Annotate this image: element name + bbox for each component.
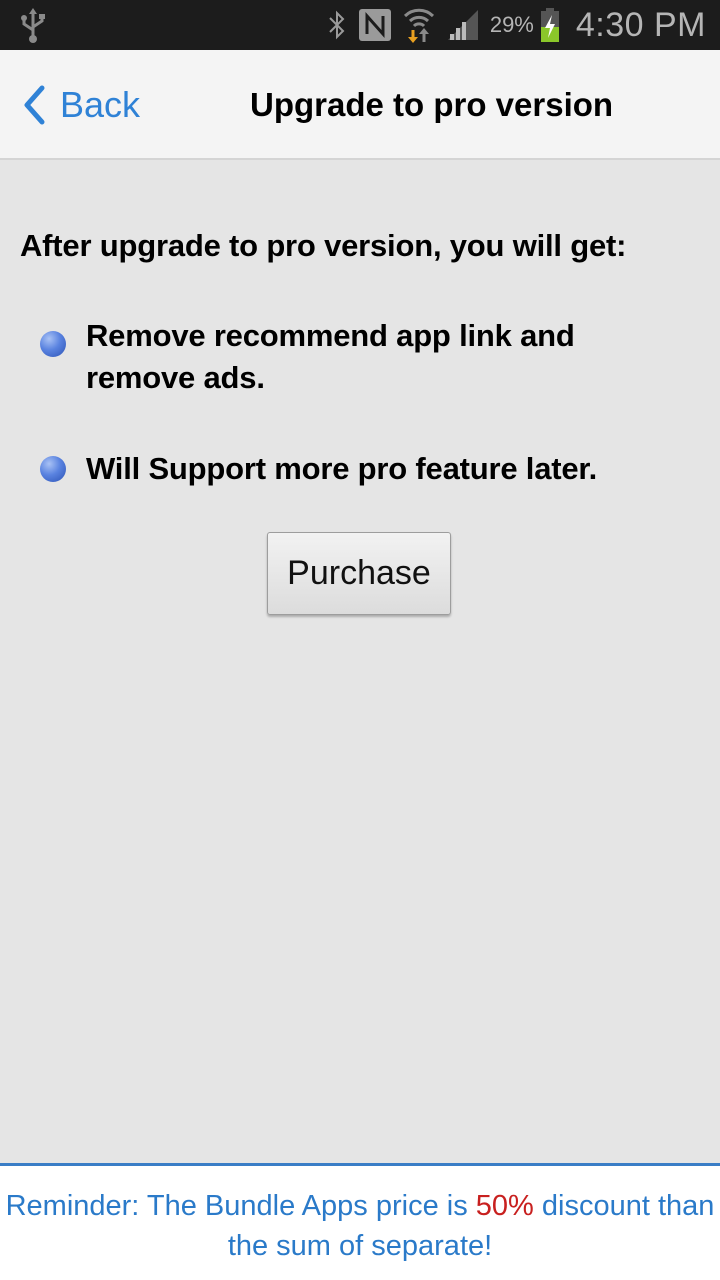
reminder-banner: Reminder: The Bundle Apps price is 50% d… [0,1163,720,1280]
wifi-icon [403,8,434,43]
feature-text: Remove recommend app link and remove ads… [86,318,575,395]
feature-item: Will Support more pro feature later. [40,448,676,490]
clock: 4:30 PM [575,5,706,44]
signal-icon [447,10,478,40]
page-title: Upgrade to pro version [250,86,614,123]
usb-icon [21,8,45,43]
header: Back Upgrade to pro version [0,50,720,160]
bluetooth-icon [329,10,345,40]
status-bar: 29% 4:30 PM [0,0,720,50]
bullet-icon [40,456,66,482]
chevron-left-icon [24,85,45,125]
battery-charging-icon [540,8,559,42]
reminder-text-start: Reminder: The Bundle Apps price is [5,1190,476,1222]
back-button[interactable]: Back [22,80,140,130]
feature-item: Remove recommend app link and remove ads… [40,315,676,399]
intro-text: After upgrade to pro version, you will g… [20,228,627,263]
back-label: Back [60,84,141,125]
purchase-button[interactable]: Purchase [267,532,451,615]
nfc-icon [358,9,391,41]
battery-percent: 29% [489,12,534,37]
bullet-icon [40,331,66,357]
discount-highlight: 50% [475,1190,534,1222]
feature-text: Will Support more pro feature later. [86,451,597,486]
